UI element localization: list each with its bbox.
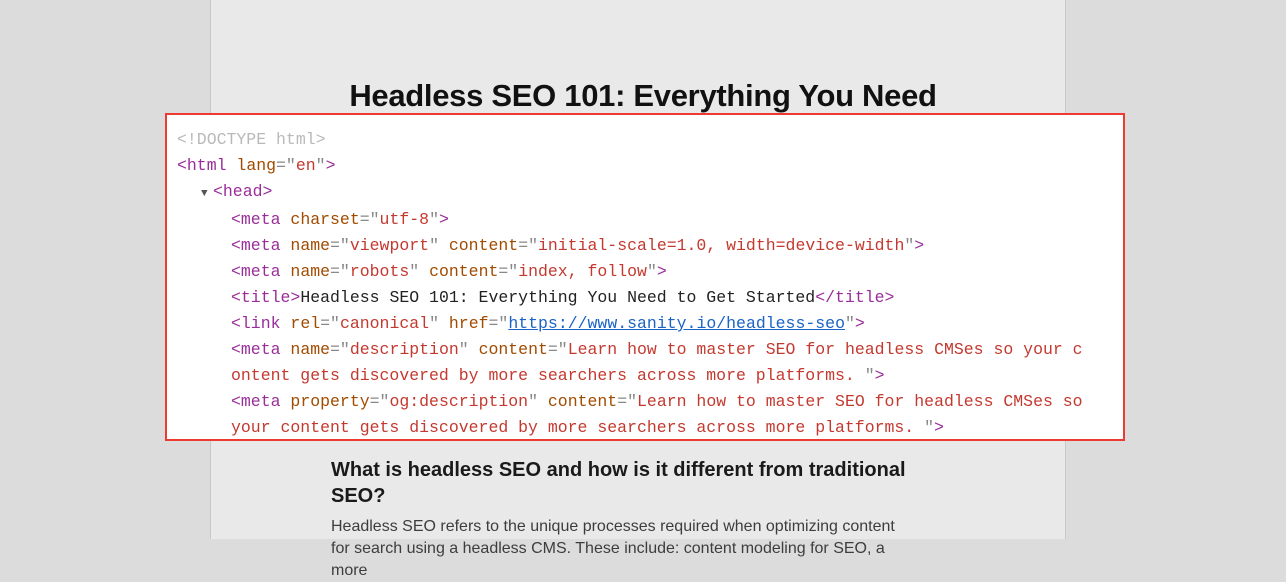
code-line: ontent gets discovered by more searchers… bbox=[177, 363, 1113, 389]
code-line: <html lang="en"> bbox=[177, 153, 1113, 179]
canonical-link[interactable]: https://www.sanity.io/headless-seo bbox=[508, 314, 845, 333]
code-line: <meta name="viewport" content="initial-s… bbox=[177, 233, 1113, 259]
code-line: <meta charset="utf-8"> bbox=[177, 207, 1113, 233]
code-line: <link rel="canonical" href="https://www.… bbox=[177, 311, 1113, 337]
code-line: <meta property="og:description" content=… bbox=[177, 389, 1113, 415]
code-snippet-box: <!DOCTYPE html> <html lang="en"> ▼<head>… bbox=[165, 113, 1125, 441]
section-heading: What is headless SEO and how is it diffe… bbox=[331, 457, 911, 509]
code-line: your content gets discovered by more sea… bbox=[177, 415, 1113, 441]
chevron-down-icon[interactable]: ▼ bbox=[201, 181, 213, 207]
code-line: <!DOCTYPE html> bbox=[177, 127, 1113, 153]
code-line: <meta name="description" content="Learn … bbox=[177, 337, 1113, 363]
code-line: ▼<head> bbox=[177, 179, 1113, 207]
body-paragraph: Headless SEO refers to the unique proces… bbox=[331, 516, 911, 582]
code-line: <meta name="robots" content="index, foll… bbox=[177, 259, 1113, 285]
code-line: <title>Headless SEO 101: Everything You … bbox=[177, 285, 1113, 311]
doctype-text: <!DOCTYPE html> bbox=[177, 130, 326, 149]
page-title: Headless SEO 101: Everything You Need bbox=[0, 78, 1286, 114]
